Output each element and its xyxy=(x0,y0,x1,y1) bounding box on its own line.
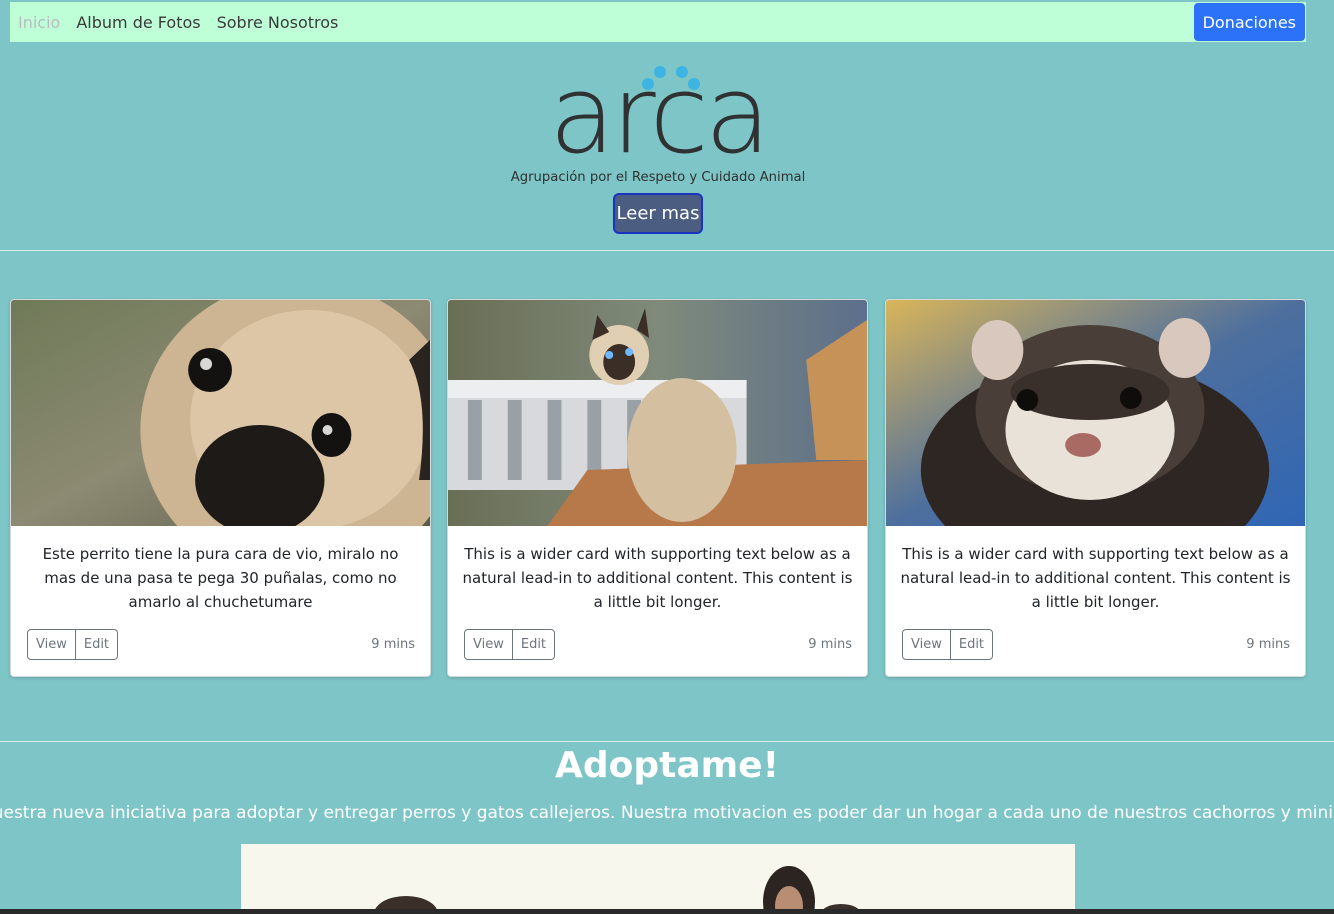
nav-link-album-de-fotos[interactable]: Album de Fotos xyxy=(76,13,200,32)
adoption-photo xyxy=(241,844,1075,914)
animal-card: This is a wider card with supporting tex… xyxy=(885,299,1306,677)
edit-button[interactable]: Edit xyxy=(950,629,994,660)
card-button-group: View Edit xyxy=(27,629,119,660)
bottom-bar xyxy=(0,909,1334,914)
section-divider xyxy=(0,250,1334,251)
animal-card: Este perrito tiene la pura cara de vio, … xyxy=(10,299,431,677)
adoptame-heading: Adoptame! xyxy=(555,745,779,786)
card-timestamp: 9 mins xyxy=(1246,637,1290,652)
adoptame-description: Nuestra nueva iniciativa para adoptar y … xyxy=(0,803,1334,823)
view-button[interactable]: View xyxy=(902,629,951,660)
animal-card: This is a wider card with supporting tex… xyxy=(447,299,868,677)
leer-mas-button[interactable]: Leer mas xyxy=(613,193,703,234)
edit-button[interactable]: Edit xyxy=(512,629,556,660)
nav-link-inicio[interactable]: Inicio xyxy=(18,13,60,32)
card-description: This is a wider card with supporting tex… xyxy=(900,545,1291,611)
card-button-group: View Edit xyxy=(902,629,994,660)
pug-dog-photo xyxy=(11,300,430,526)
ferret-photo xyxy=(886,300,1305,526)
card-description: This is a wider card with supporting tex… xyxy=(462,545,853,611)
card-timestamp: 9 mins xyxy=(371,637,415,652)
top-navbar: Inicio Album de Fotos Sobre Nosotros Don… xyxy=(10,2,1306,42)
card-timestamp: 9 mins xyxy=(808,637,852,652)
view-button[interactable]: View xyxy=(27,629,76,660)
card-description: Este perrito tiene la pura cara de vio, … xyxy=(42,545,399,611)
nav-link-sobre-nosotros[interactable]: Sobre Nosotros xyxy=(217,13,339,32)
donaciones-button[interactable]: Donaciones xyxy=(1193,3,1305,41)
arca-logo: arca Agrupación por el Respeto y Cuidado… xyxy=(511,53,806,185)
section-divider xyxy=(0,741,1334,742)
logo-tagline: Agrupación por el Respeto y Cuidado Anim… xyxy=(511,169,806,185)
view-button[interactable]: View xyxy=(464,629,513,660)
edit-button[interactable]: Edit xyxy=(75,629,119,660)
card-button-group: View Edit xyxy=(464,629,556,660)
siamese-cat-photo xyxy=(448,300,867,526)
